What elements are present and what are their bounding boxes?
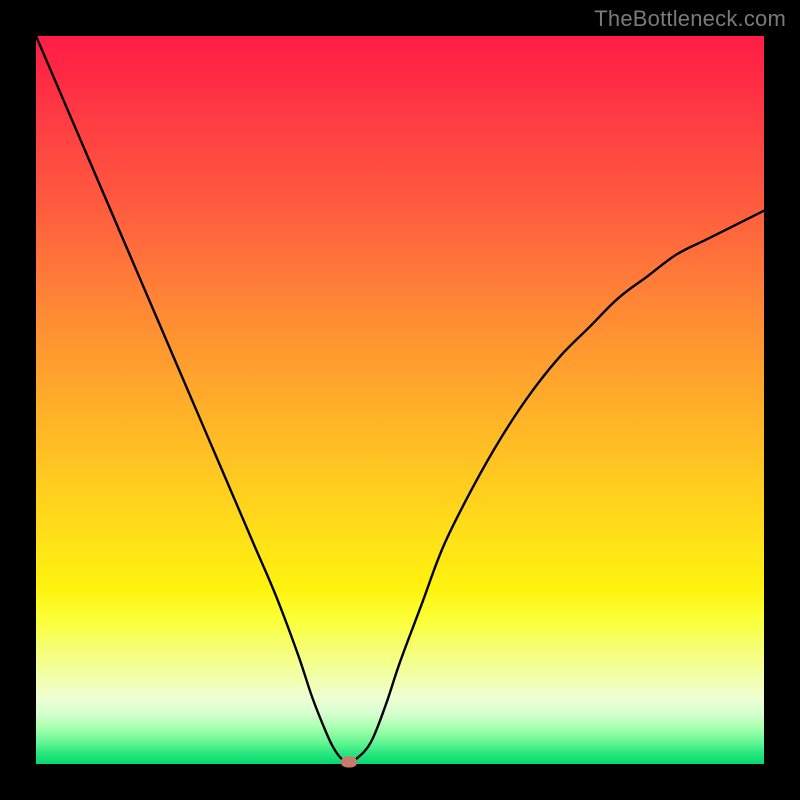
chart-frame: TheBottleneck.com (0, 0, 800, 800)
optimum-marker (341, 756, 357, 767)
watermark-text: TheBottleneck.com (594, 6, 786, 32)
plot-area (36, 36, 764, 764)
bottleneck-curve (36, 36, 764, 764)
